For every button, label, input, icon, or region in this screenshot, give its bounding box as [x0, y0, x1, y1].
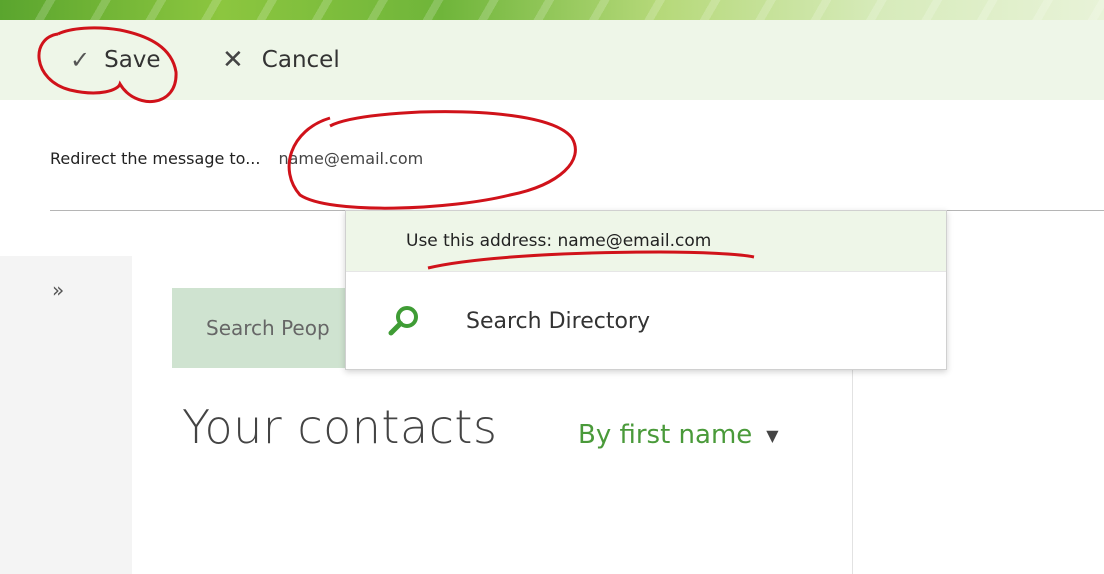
use-address-label: Use this address: name@email.com — [406, 231, 712, 251]
sort-dropdown[interactable]: By first name ▼ — [578, 420, 779, 450]
search-directory-option[interactable]: Search Directory — [346, 271, 946, 370]
close-icon: ✕ — [222, 45, 244, 75]
use-address-option[interactable]: Use this address: name@email.com — [346, 211, 946, 271]
redirect-row: Redirect the message to... — [50, 138, 1104, 178]
check-icon: ✓ — [70, 46, 91, 74]
suggestion-popup: Use this address: name@email.com Search … — [345, 210, 947, 370]
caret-down-icon: ▼ — [766, 425, 779, 445]
left-rail — [0, 256, 132, 574]
save-button[interactable]: ✓ Save — [70, 40, 161, 80]
top-banner — [0, 0, 1104, 20]
cancel-button[interactable]: ✕ Cancel — [222, 40, 340, 80]
save-label: Save — [104, 47, 161, 73]
cancel-label: Cancel — [261, 47, 340, 73]
contacts-title: Your contacts — [182, 400, 498, 454]
redirect-email-input[interactable] — [278, 148, 579, 168]
redirect-label: Redirect the message to... — [50, 148, 261, 168]
sort-label: By first name — [578, 420, 753, 450]
double-chevron-right-icon[interactable]: » — [52, 278, 64, 302]
search-icon — [388, 306, 418, 336]
toolbar: ✓ Save ✕ Cancel — [0, 20, 1104, 100]
search-people-placeholder: Search Peop — [206, 316, 330, 340]
search-directory-label: Search Directory — [466, 308, 650, 334]
